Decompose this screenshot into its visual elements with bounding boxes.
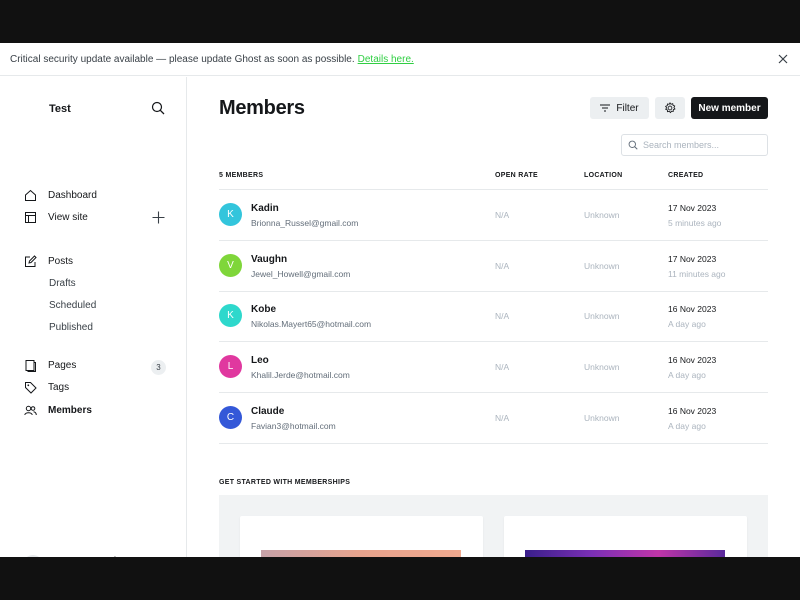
sidebar-item-label: Dashboard	[48, 189, 97, 201]
member-created-ago: A day ago	[668, 420, 706, 431]
member-created-ago: 5 minutes ago	[668, 218, 722, 228]
promo-image	[525, 550, 725, 557]
search-icon	[628, 140, 638, 150]
divider	[219, 442, 768, 444]
member-location: Unknown	[584, 362, 620, 373]
sidebar-item-label: Members	[48, 404, 92, 416]
member-created-date: 16 Nov 2023	[668, 405, 717, 416]
letterbox-top	[0, 0, 800, 43]
sidebar: Test Dashboard View site Posts Drafts Sc…	[0, 77, 187, 557]
member-created-ago: 11 minutes ago	[668, 268, 726, 279]
promo-card[interactable]	[240, 516, 483, 557]
sidebar-item-members[interactable]: Members	[24, 401, 169, 419]
member-email: Brionna_Russel@gmail.com	[251, 218, 359, 228]
search-box[interactable]	[621, 134, 768, 156]
sidebar-item-published[interactable]: Published	[49, 319, 93, 335]
users-icon	[24, 404, 37, 417]
member-location: Unknown	[584, 260, 620, 271]
member-open-rate: N/A	[495, 362, 510, 373]
table-row[interactable]: K Kadin Brionna_Russel@gmail.com N/A Unknown…	[219, 190, 768, 240]
member-created-date: 16 Nov 2023	[668, 304, 717, 315]
memberships-section-title: GET STARTED WITH MEMBERSHIPS	[219, 479, 351, 486]
member-email: Khalil.Jerde@hotmail.com	[251, 370, 350, 381]
search-icon[interactable]	[151, 101, 165, 115]
letterbox-bottom	[0, 557, 800, 600]
search-input[interactable]	[643, 140, 753, 150]
member-location: Unknown	[584, 311, 620, 322]
member-created-ago: A day ago	[668, 319, 706, 330]
avatar: V	[219, 253, 242, 277]
sidebar-item-drafts[interactable]: Drafts	[49, 275, 76, 291]
member-name: Vaughn	[251, 253, 288, 265]
promo-image	[261, 550, 461, 557]
sidebar-item-tags[interactable]: Tags	[24, 378, 169, 396]
member-name: Claude	[251, 405, 285, 417]
member-open-rate: N/A	[495, 210, 510, 220]
promo-card[interactable]	[504, 516, 747, 557]
avatar: L	[219, 355, 242, 379]
table-row[interactable]: L Leo Khalil.Jerde@hotmail.com N/A Unknown 16…	[219, 342, 768, 392]
member-location: Unknown	[584, 210, 620, 220]
member-created-date: 17 Nov 2023	[668, 203, 717, 213]
new-member-button[interactable]: New member	[691, 97, 768, 119]
sidebar-item-label: View site	[48, 211, 88, 223]
sidebar-item-label: Posts	[48, 255, 74, 267]
app-window: Critical security update available — ple…	[0, 43, 800, 557]
member-created-ago: A day ago	[668, 370, 706, 381]
layout-icon	[24, 211, 37, 224]
banner-details-link[interactable]: Details here.	[358, 54, 414, 65]
table-row[interactable]: V Vaughn Jewel_Howell@gmail.com N/A Unknown 1…	[219, 241, 768, 291]
sidebar-item-label: Tags	[48, 381, 70, 393]
member-open-rate: N/A	[495, 412, 510, 423]
members-count-badge: 3	[151, 360, 166, 375]
home-icon	[24, 189, 37, 202]
site-title[interactable]: Test	[49, 103, 71, 115]
avatar: K	[219, 304, 242, 328]
avatar: K	[219, 203, 242, 226]
column-header-members[interactable]: 5 MEMBERS	[219, 172, 263, 179]
sidebar-item-dashboard[interactable]: Dashboard	[24, 186, 169, 204]
filter-button[interactable]: Filter	[590, 97, 649, 119]
member-name: Kobe	[251, 304, 276, 316]
member-open-rate: N/A	[495, 311, 510, 322]
member-name: Kadin	[251, 203, 279, 214]
banner-message: Critical security update available — ple…	[10, 53, 355, 65]
member-created-date: 16 Nov 2023	[668, 355, 717, 366]
sidebar-item-scheduled[interactable]: Scheduled	[49, 297, 96, 313]
filter-icon	[600, 104, 611, 112]
edit-icon	[24, 254, 37, 268]
gear-icon	[664, 102, 676, 114]
tag-icon	[24, 381, 37, 394]
table-row[interactable]: C Claude Favian3@hotmail.com N/A Unknown 16 N…	[219, 393, 768, 443]
pages-icon	[24, 359, 37, 372]
add-post-icon[interactable]	[152, 211, 165, 224]
avatar: C	[219, 405, 242, 429]
list-settings-button[interactable]	[655, 97, 685, 119]
memberships-promo	[219, 495, 768, 557]
page-title: Members	[219, 97, 305, 119]
filter-button-label: Filter	[616, 102, 639, 114]
column-header-created[interactable]: CREATED	[668, 172, 703, 179]
column-header-location[interactable]: LOCATION	[584, 172, 622, 179]
sidebar-item-view-site[interactable]: View site	[24, 208, 169, 226]
member-created-date: 17 Nov 2023	[668, 253, 717, 264]
member-name: Leo	[251, 355, 269, 367]
main-content: Members Filter New member 5 MEMBERS OPEN…	[187, 77, 800, 557]
member-location: Unknown	[584, 412, 620, 423]
sidebar-item-label: Pages	[48, 359, 77, 371]
sidebar-item-posts[interactable]: Posts	[24, 252, 169, 270]
close-icon[interactable]	[777, 53, 789, 65]
member-email: Nikolas.Mayert65@hotmail.com	[251, 319, 372, 330]
member-email: Jewel_Howell@gmail.com	[251, 268, 351, 279]
security-banner: Critical security update available — ple…	[0, 43, 800, 76]
table-row[interactable]: K Kobe Nikolas.Mayert65@hotmail.com N/A Unkn…	[219, 291, 768, 341]
sidebar-item-pages[interactable]: Pages	[24, 356, 169, 374]
member-open-rate: N/A	[495, 260, 510, 271]
column-header-open-rate[interactable]: OPEN RATE	[495, 172, 538, 179]
member-email: Favian3@hotmail.com	[251, 420, 336, 431]
